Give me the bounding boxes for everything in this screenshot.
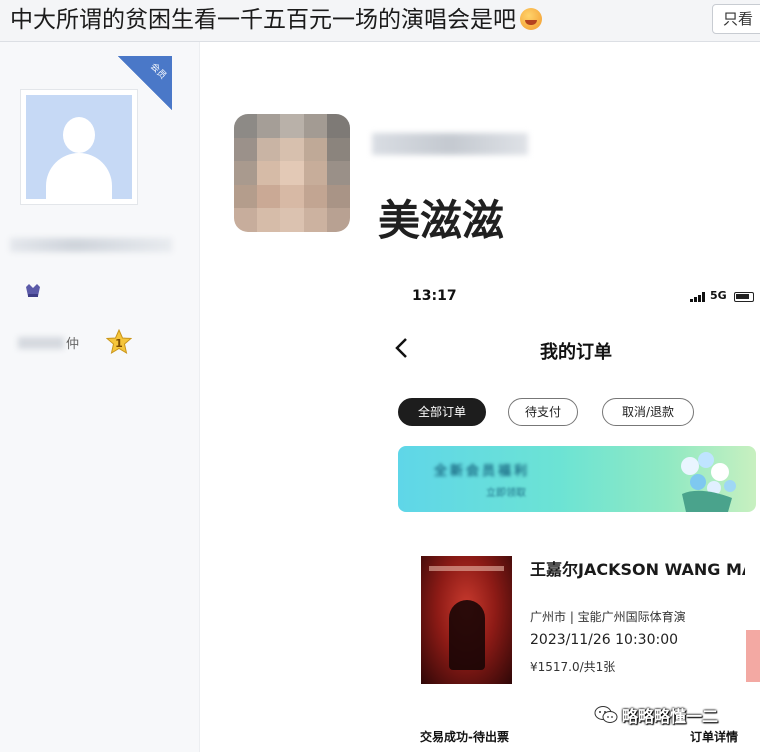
concert-poster-image[interactable] <box>421 556 512 684</box>
promo-banner[interactable]: 全新会员福利 立即领取 <box>398 446 756 512</box>
order-price: ¥1517.0/共1张 <box>530 660 616 674</box>
concert-venue: 广州市 | 宝能广州国际体育演 <box>530 610 686 624</box>
vip-corner-badge: 会员 <box>118 56 172 110</box>
battery-icon <box>734 292 754 302</box>
post-title-bar: 中大所谓的贫困生看一千五百元一场的演唱会是吧 只看 <box>0 0 760 42</box>
level-star-number: 1 <box>115 337 123 350</box>
post-title-text: 中大所谓的贫困生看一千五百元一场的演唱会是吧 <box>10 7 516 33</box>
watermark: 略略略懂一二 <box>594 700 718 730</box>
level-star-badge-icon: 1 <box>106 329 132 355</box>
tab-all-orders[interactable]: 全部订单 <box>398 398 486 426</box>
vip-badge-label: 会员 <box>148 61 168 82</box>
order-detail-link[interactable]: 订单详情 <box>690 728 738 745</box>
status-bar-time: 13:17 <box>412 288 457 304</box>
grin-emoji-icon <box>520 8 542 30</box>
post-title: 中大所谓的贫困生看一千五百元一场的演唱会是吧 <box>10 4 542 36</box>
member-crown-icon <box>26 284 40 297</box>
blurred-level-title <box>18 337 64 349</box>
promo-banner-subtext: 立即领取 <box>486 488 526 499</box>
back-chevron-icon[interactable] <box>392 336 412 360</box>
order-status: 交易成功-待出票 <box>420 730 509 744</box>
signal-strength-icon <box>690 292 705 302</box>
concert-datetime: 2023/11/26 10:30:00 <box>530 632 679 648</box>
blurred-author-name[interactable] <box>10 238 172 252</box>
tab-pending-payment[interactable]: 待支付 <box>508 398 578 426</box>
wechat-icon <box>594 706 618 723</box>
watermark-text: 略略略懂一二 <box>622 707 719 726</box>
reply-username: 美滋滋 <box>378 196 505 245</box>
cropped-side-element <box>746 630 760 682</box>
only-view-author-button[interactable]: 只看 <box>712 4 760 34</box>
tab-cancel-refund[interactable]: 取消/退款 <box>602 398 694 426</box>
flower-bouquet-icon <box>681 452 736 512</box>
network-type-label: 5G <box>710 289 727 302</box>
default-avatar-icon <box>26 95 132 199</box>
level-title-suffix: 仲 <box>66 337 80 352</box>
my-orders-title: 我的订单 <box>540 342 612 363</box>
blurred-reply-meta <box>372 133 528 155</box>
author-sidebar: 会员 仲 1 <box>0 42 200 752</box>
concert-name[interactable]: 王嘉尔JACKSON WANG MAGIC MAN ... <box>530 558 745 582</box>
pixelated-reply-avatar[interactable] <box>234 114 350 232</box>
promo-banner-text: 全新会员福利 <box>434 464 531 479</box>
